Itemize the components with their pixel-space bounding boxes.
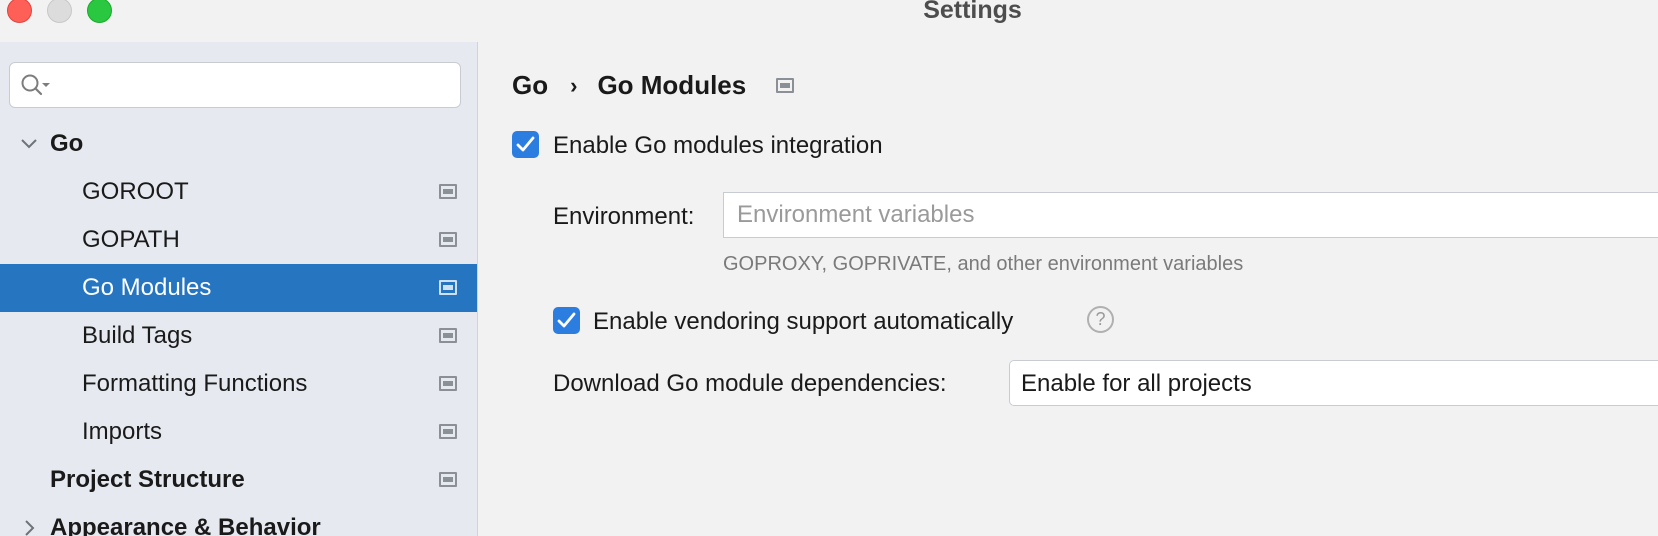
- download-dependencies-label: Download Go module dependencies:: [553, 370, 947, 397]
- settings-search-field[interactable]: [9, 62, 461, 108]
- tree-item-label: Project Structure: [50, 466, 245, 493]
- download-dependencies-select[interactable]: Enable for all projects: [1009, 360, 1658, 406]
- download-dependencies-value: Enable for all projects: [1021, 370, 1252, 397]
- tree-item-go[interactable]: Go: [0, 120, 477, 168]
- breadcrumb-parent[interactable]: Go: [512, 70, 548, 101]
- tree-item-appearance-behavior[interactable]: Appearance & Behavior: [0, 504, 477, 536]
- project-settings-icon: [439, 232, 457, 247]
- tree-item-label: GOROOT: [82, 178, 189, 205]
- tree-item-goroot[interactable]: GOROOT: [0, 168, 477, 216]
- tree-item-gopath[interactable]: GOPATH: [0, 216, 477, 264]
- tree-item-label: Appearance & Behavior: [50, 514, 321, 536]
- project-settings-icon: [439, 328, 457, 343]
- tree-item-label: Build Tags: [82, 322, 193, 349]
- enable-go-modules-checkbox[interactable]: [512, 131, 539, 158]
- search-icon: [21, 74, 50, 96]
- window-title: Settings: [923, 0, 1022, 24]
- title-bar: Settings: [0, 0, 1658, 42]
- help-icon[interactable]: ?: [1087, 306, 1114, 333]
- project-settings-icon: [439, 424, 457, 439]
- breadcrumb-separator: ›: [570, 72, 578, 98]
- breadcrumb-current: Go Modules: [597, 70, 747, 100]
- environment-hint: GOPROXY, GOPRIVATE, and other environmen…: [723, 253, 1244, 275]
- settings-sidebar: Go GOROOT GOPATH Go Modules Build Tags F…: [0, 42, 478, 536]
- chevron-right-icon: [25, 520, 35, 536]
- environment-label: Environment:: [553, 203, 695, 230]
- enable-vendoring-checkbox[interactable]: [553, 307, 580, 334]
- environment-input[interactable]: [723, 192, 1658, 238]
- checkmark-icon: [557, 312, 576, 328]
- breadcrumb: Go › Go Modules: [512, 70, 795, 101]
- settings-content: Go › Go Modules Enable Go modules integr…: [479, 42, 1658, 536]
- tree-item-formatting-functions[interactable]: Formatting Functions: [0, 360, 477, 408]
- tree-item-build-tags[interactable]: Build Tags: [0, 312, 477, 360]
- tree-item-label: Formatting Functions: [82, 370, 308, 397]
- chevron-down-icon: [21, 139, 37, 149]
- checkmark-icon: [516, 136, 535, 152]
- project-settings-icon: [776, 78, 795, 93]
- tree-item-label: Go: [50, 130, 84, 157]
- project-settings-icon: [439, 472, 457, 487]
- tree-item-label: Imports: [82, 418, 163, 445]
- tree-item-label: GOPATH: [82, 226, 180, 253]
- tree-item-label: Go Modules: [82, 274, 212, 301]
- project-settings-icon: [439, 280, 457, 295]
- enable-vendoring-label[interactable]: Enable vendoring support automatically: [593, 308, 1013, 336]
- tree-item-project-structure[interactable]: Project Structure: [0, 456, 477, 504]
- enable-go-modules-label[interactable]: Enable Go modules integration: [553, 132, 883, 160]
- project-settings-icon: [439, 376, 457, 391]
- project-settings-icon: [439, 184, 457, 199]
- tree-item-imports[interactable]: Imports: [0, 408, 477, 456]
- tree-item-go-modules[interactable]: Go Modules: [0, 264, 477, 312]
